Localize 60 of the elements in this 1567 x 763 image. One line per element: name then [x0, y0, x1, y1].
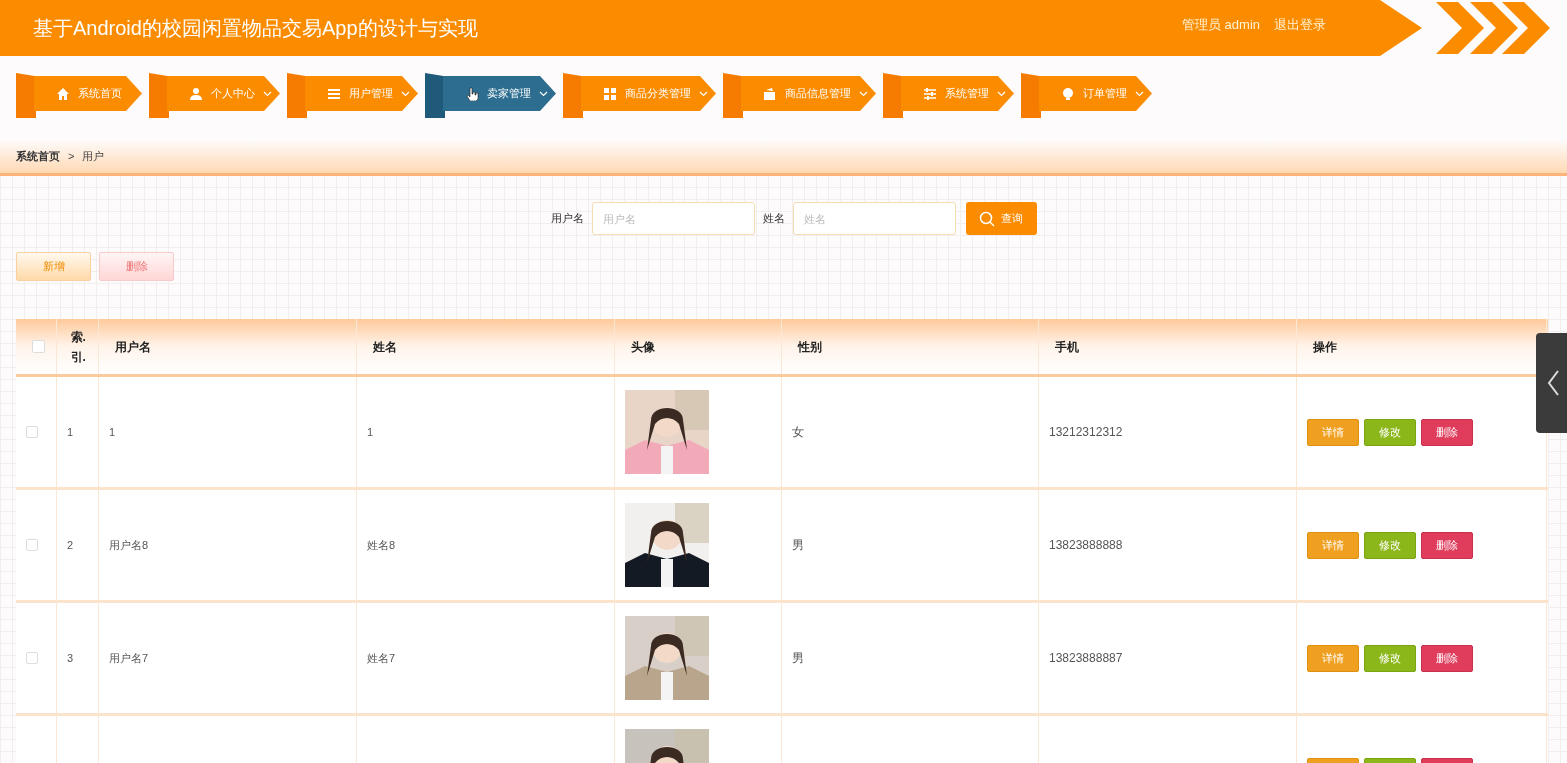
chevrons-icon	[1436, 2, 1550, 54]
column-header: 操作	[1313, 338, 1337, 356]
logout-link[interactable]: 退出登录	[1274, 15, 1326, 35]
row-checkbox[interactable]	[26, 426, 38, 438]
edit-button[interactable]: 修改	[1364, 531, 1416, 559]
search-icon	[979, 210, 995, 227]
list-icon	[327, 86, 341, 101]
delete-button[interactable]: 删除	[99, 252, 174, 281]
table-cell-text: 姓名7	[367, 650, 396, 666]
table-cell-text: 13212312312	[1049, 424, 1123, 441]
person-icon	[189, 86, 203, 101]
details-button[interactable]: 详情	[1307, 418, 1359, 446]
table-cell-text: 2	[67, 537, 74, 553]
home-icon	[56, 86, 70, 101]
column-header: 头像	[631, 338, 655, 356]
row-checkbox[interactable]	[26, 652, 38, 664]
row-checkbox[interactable]	[26, 539, 38, 551]
column-header: 索.引.	[70, 328, 85, 366]
field-label: 姓名	[762, 211, 785, 227]
table-cell-text: 1	[67, 424, 74, 440]
field-label: 用户名	[550, 211, 584, 227]
delete-button[interactable]: 删除	[1421, 418, 1473, 446]
search-button[interactable]: 查询	[965, 202, 1037, 235]
column-header: 性别	[798, 338, 822, 356]
column-header: 手机	[1055, 338, 1079, 356]
search-field[interactable]: 姓名	[792, 202, 956, 235]
wallet-icon	[763, 86, 777, 101]
details-button[interactable]: 详情	[1307, 644, 1359, 672]
select-all-checkbox[interactable]	[32, 340, 45, 353]
app-title: 基于Android的校园闲置物品交易App的设计与实现	[33, 16, 478, 41]
edit-button[interactable]: 修改	[1364, 418, 1416, 446]
table-cell-text: 男	[792, 650, 804, 667]
edit-button[interactable]: 修改	[1364, 644, 1416, 672]
search-field[interactable]: 用户名	[591, 202, 755, 235]
add-button[interactable]: 新增	[16, 252, 91, 281]
side-panel-tab[interactable]	[1536, 333, 1567, 433]
admin-user: 管理员 admin	[1182, 16, 1261, 34]
delete-button[interactable]: 删除	[1421, 531, 1473, 559]
breadcrumb-separator: >	[68, 149, 75, 165]
table-cell-text: 1	[109, 424, 116, 440]
grid-icon	[603, 86, 617, 101]
table-cell-text: 男	[792, 537, 804, 554]
table-cell-text: 姓名8	[367, 537, 396, 553]
table-cell-text: 3	[67, 650, 74, 666]
table-cell-text: 女	[792, 424, 804, 441]
column-header: 姓名	[373, 338, 397, 356]
column-header: 用户名	[115, 338, 151, 356]
delete-button[interactable]: 删除	[1421, 644, 1473, 672]
chevron-left-icon	[1546, 369, 1560, 397]
table-cell-text: 1	[367, 424, 374, 440]
table-cell-text: 用户名8	[109, 537, 149, 553]
table-cell-text: 13823888888	[1049, 537, 1123, 554]
table-cell-text: 用户名7	[109, 650, 149, 666]
bulb-icon	[1061, 86, 1075, 101]
details-button[interactable]: 详情	[1307, 531, 1359, 559]
table-cell-text: 13823888887	[1049, 650, 1123, 667]
hand-cursor-icon	[465, 86, 479, 101]
breadcrumb-link[interactable]: 系统首页	[16, 148, 60, 165]
sliders-icon	[923, 86, 937, 101]
breadcrumb-current: 用户	[82, 149, 105, 165]
